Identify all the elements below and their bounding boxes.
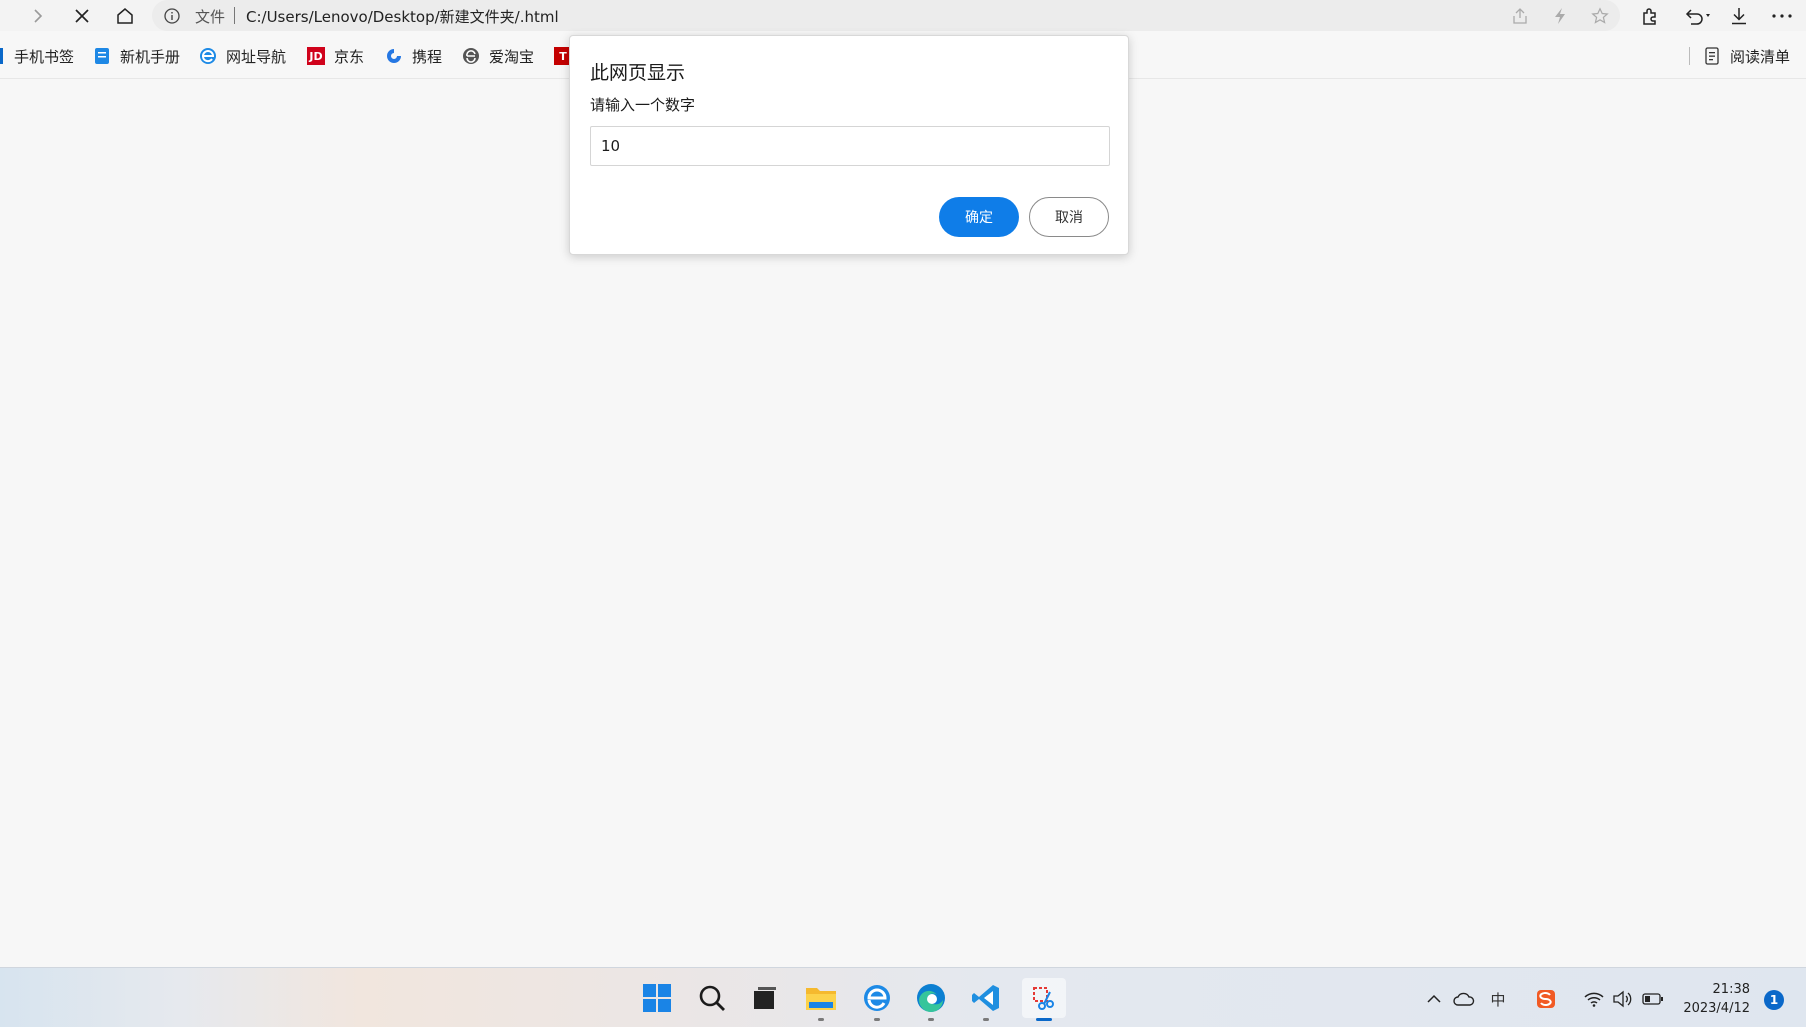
jd-icon: JD xyxy=(307,47,325,65)
browser-top-bar: 文件 C:/Users/Lenovo/Desktop/新建文件夹/.html xyxy=(0,0,1806,31)
bookmark-label: 网址导航 xyxy=(226,47,287,66)
ctrip-icon xyxy=(385,47,403,65)
onedrive-icon[interactable] xyxy=(1453,988,1475,1010)
info-circle-icon[interactable] xyxy=(163,7,181,29)
more-icon[interactable] xyxy=(1768,2,1796,30)
task-view-icon[interactable] xyxy=(745,978,785,1018)
ie-icon xyxy=(199,47,217,65)
reading-list-label: 阅读清单 xyxy=(1730,47,1791,66)
wifi-icon[interactable] xyxy=(1583,988,1605,1010)
prompt-dialog: 此网页显示 请输入一个数字 确定 取消 xyxy=(569,35,1129,255)
snipping-tool-icon[interactable] xyxy=(1022,978,1066,1021)
bookmark-label: 手机书签 xyxy=(14,47,75,66)
active-indicator xyxy=(1036,1018,1052,1021)
system-clock[interactable]: 21:38 2023/4/12 xyxy=(1660,980,1750,1018)
document-icon xyxy=(93,47,111,65)
bookmark-item[interactable]: JD 京东 xyxy=(307,44,364,68)
cancel-button[interactable]: 取消 xyxy=(1029,197,1109,237)
reading-list-icon xyxy=(1703,47,1721,65)
dialog-title: 此网页显示 xyxy=(590,62,686,84)
favorite-star-icon[interactable] xyxy=(1589,5,1611,27)
clock-time: 21:38 xyxy=(1712,982,1750,997)
folder-icon xyxy=(0,48,3,64)
undo-icon[interactable] xyxy=(1680,2,1716,30)
bookmark-item[interactable]: 网址导航 xyxy=(199,44,286,68)
bookmark-label: 京东 xyxy=(334,47,365,66)
stop-icon[interactable] xyxy=(66,0,98,31)
prompt-input[interactable] xyxy=(590,126,1110,166)
home-icon[interactable] xyxy=(109,0,141,31)
file-explorer-icon[interactable] xyxy=(801,978,841,1021)
bookmark-label: 爱淘宝 xyxy=(489,47,535,66)
running-indicator xyxy=(983,1018,989,1021)
bookmark-item[interactable]: 爱淘宝 xyxy=(462,44,534,68)
address-divider xyxy=(234,7,235,24)
sogou-icon[interactable] xyxy=(1535,988,1557,1010)
forward-icon[interactable] xyxy=(22,0,54,31)
aitaobao-icon xyxy=(462,47,480,65)
bookmark-item[interactable]: 新机手册 xyxy=(93,44,180,68)
search-icon[interactable] xyxy=(692,978,732,1018)
dialog-message: 请输入一个数字 xyxy=(590,96,696,114)
vscode-icon[interactable] xyxy=(966,978,1006,1021)
edge-icon[interactable] xyxy=(911,978,951,1021)
running-indicator xyxy=(818,1018,824,1021)
ie-icon[interactable] xyxy=(857,978,897,1021)
ok-button[interactable]: 确定 xyxy=(939,197,1019,237)
taskbar: 中 21:38 2023/4/12 1 xyxy=(0,967,1806,1027)
clock-date: 2023/4/12 xyxy=(1683,1001,1750,1016)
reading-list-button[interactable]: 阅读清单 xyxy=(1703,44,1790,68)
running-indicator xyxy=(928,1018,934,1021)
download-icon[interactable] xyxy=(1725,2,1753,30)
url-text[interactable]: C:/Users/Lenovo/Desktop/新建文件夹/.html xyxy=(246,6,559,27)
bookmark-label: 携程 xyxy=(412,47,443,66)
running-indicator xyxy=(874,1018,880,1021)
bookmark-item[interactable]: 携程 xyxy=(385,44,442,68)
notification-badge[interactable]: 1 xyxy=(1764,990,1784,1010)
extensions-icon[interactable] xyxy=(1636,2,1664,30)
bookmark-item[interactable]: 手机书签 xyxy=(0,44,74,68)
address-bar[interactable]: 文件 C:/Users/Lenovo/Desktop/新建文件夹/.html xyxy=(152,0,1620,31)
bookmarks-divider xyxy=(1689,47,1690,65)
share-icon[interactable] xyxy=(1509,5,1531,27)
volume-icon[interactable] xyxy=(1611,988,1633,1010)
start-icon[interactable] xyxy=(637,978,677,1018)
file-scheme-label: 文件 xyxy=(195,8,226,26)
chevron-up-icon[interactable] xyxy=(1423,988,1445,1010)
bookmark-label: 新机手册 xyxy=(120,47,181,66)
lightning-icon[interactable] xyxy=(1549,5,1571,27)
ime-icon[interactable]: 中 xyxy=(1487,988,1509,1010)
